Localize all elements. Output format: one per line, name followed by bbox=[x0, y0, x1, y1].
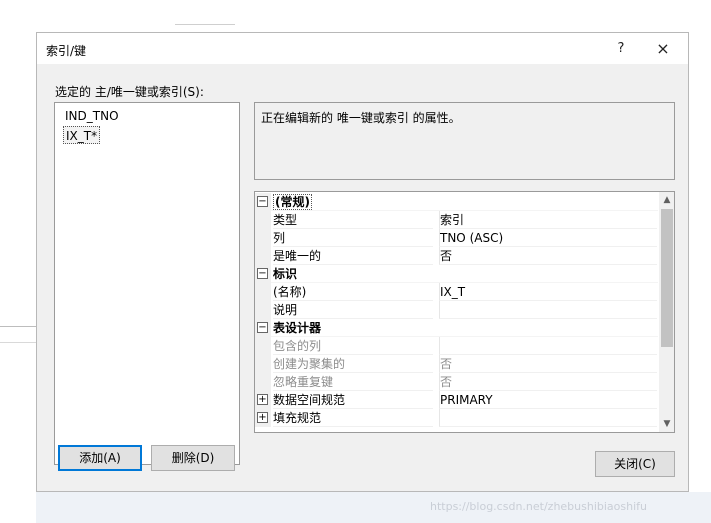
category-table-designer[interactable]: − 表设计器 bbox=[255, 319, 658, 337]
collapse-icon[interactable]: − bbox=[257, 322, 268, 333]
property-value[interactable] bbox=[439, 301, 657, 319]
property-grid[interactable]: − (常规) 类型 索引 列 TNO (ASC) 是唯一的 否 − 标识 (名称… bbox=[254, 191, 675, 433]
property-name: 列 bbox=[273, 229, 433, 247]
property-name: 数据空间规范 bbox=[273, 391, 433, 409]
watermark: https://blog.csdn.net/zhebushibiaoshifu bbox=[430, 500, 648, 513]
property-row[interactable]: 说明 bbox=[255, 301, 658, 319]
dialog-titlebar: 索引/键 ? × bbox=[37, 33, 688, 65]
scroll-up-icon[interactable]: ▲ bbox=[659, 192, 674, 208]
property-value[interactable]: TNO (ASC) bbox=[439, 229, 657, 247]
property-row[interactable]: 忽略重复键 否 bbox=[255, 373, 658, 391]
index-listbox[interactable]: IND_TNO IX_T* bbox=[54, 102, 240, 465]
property-value[interactable]: 否 bbox=[439, 355, 657, 373]
help-button[interactable]: ? bbox=[610, 38, 632, 60]
property-value[interactable]: 索引 bbox=[439, 211, 657, 229]
expand-icon[interactable]: + bbox=[257, 394, 268, 405]
list-item-ind-tno[interactable]: IND_TNO bbox=[63, 107, 121, 125]
property-row[interactable]: 列 TNO (ASC) bbox=[255, 229, 658, 247]
property-value[interactable] bbox=[439, 337, 657, 355]
property-value[interactable]: IX_T bbox=[439, 283, 657, 301]
scroll-thumb[interactable] bbox=[661, 209, 673, 347]
property-value[interactable] bbox=[439, 409, 657, 427]
background-divider bbox=[0, 342, 36, 343]
property-row[interactable]: 包含的列 bbox=[255, 337, 658, 355]
scroll-down-icon[interactable]: ▼ bbox=[659, 416, 674, 432]
property-row[interactable]: 类型 索引 bbox=[255, 211, 658, 229]
property-value[interactable]: 否 bbox=[439, 247, 657, 265]
dialog-title: 索引/键 bbox=[46, 44, 87, 58]
category-label: (常规) bbox=[273, 194, 312, 210]
close-button[interactable]: 关闭(C) bbox=[595, 451, 675, 477]
vertical-scrollbar[interactable]: ▲ ▼ bbox=[659, 192, 674, 432]
property-name: 说明 bbox=[273, 301, 433, 319]
property-name: 是唯一的 bbox=[273, 247, 433, 265]
collapse-icon[interactable]: − bbox=[257, 196, 268, 207]
category-label: 标识 bbox=[273, 267, 298, 281]
close-icon[interactable]: × bbox=[650, 38, 676, 60]
property-name: 创建为聚集的 bbox=[273, 355, 433, 373]
background-edge bbox=[175, 24, 235, 25]
selection-label: 选定的 主/唯一键或索引(S): bbox=[55, 85, 204, 99]
property-name: (名称) bbox=[273, 283, 433, 301]
delete-button[interactable]: 删除(D) bbox=[151, 445, 235, 471]
property-value[interactable]: PRIMARY bbox=[439, 391, 657, 409]
category-identity[interactable]: − 标识 bbox=[255, 265, 658, 283]
description-box: 正在编辑新的 唯一键或索引 的属性。 bbox=[254, 102, 675, 180]
property-name: 包含的列 bbox=[273, 337, 433, 355]
property-row[interactable]: 创建为聚集的 否 bbox=[255, 355, 658, 373]
expand-icon[interactable]: + bbox=[257, 412, 268, 423]
property-row[interactable]: 是唯一的 否 bbox=[255, 247, 658, 265]
add-button[interactable]: 添加(A) bbox=[58, 445, 142, 471]
property-row[interactable]: (名称) IX_T bbox=[255, 283, 658, 301]
property-name: 忽略重复键 bbox=[273, 373, 433, 391]
collapse-icon[interactable]: − bbox=[257, 268, 268, 279]
background-divider bbox=[0, 326, 36, 327]
description-text: 正在编辑新的 唯一键或索引 的属性。 bbox=[261, 111, 461, 125]
category-general[interactable]: − (常规) bbox=[255, 193, 658, 211]
property-name: 填充规范 bbox=[273, 409, 433, 427]
indexes-keys-dialog: 索引/键 ? × 选定的 主/唯一键或索引(S): IND_TNO IX_T* … bbox=[36, 32, 689, 492]
category-label: 表设计器 bbox=[273, 321, 322, 335]
list-item-ix-t[interactable]: IX_T* bbox=[63, 126, 101, 144]
property-name: 类型 bbox=[273, 211, 433, 229]
property-value[interactable]: 否 bbox=[439, 373, 657, 391]
property-row-fill-spec[interactable]: + 填充规范 bbox=[255, 409, 658, 427]
property-row-data-space[interactable]: + 数据空间规范 PRIMARY bbox=[255, 391, 658, 409]
